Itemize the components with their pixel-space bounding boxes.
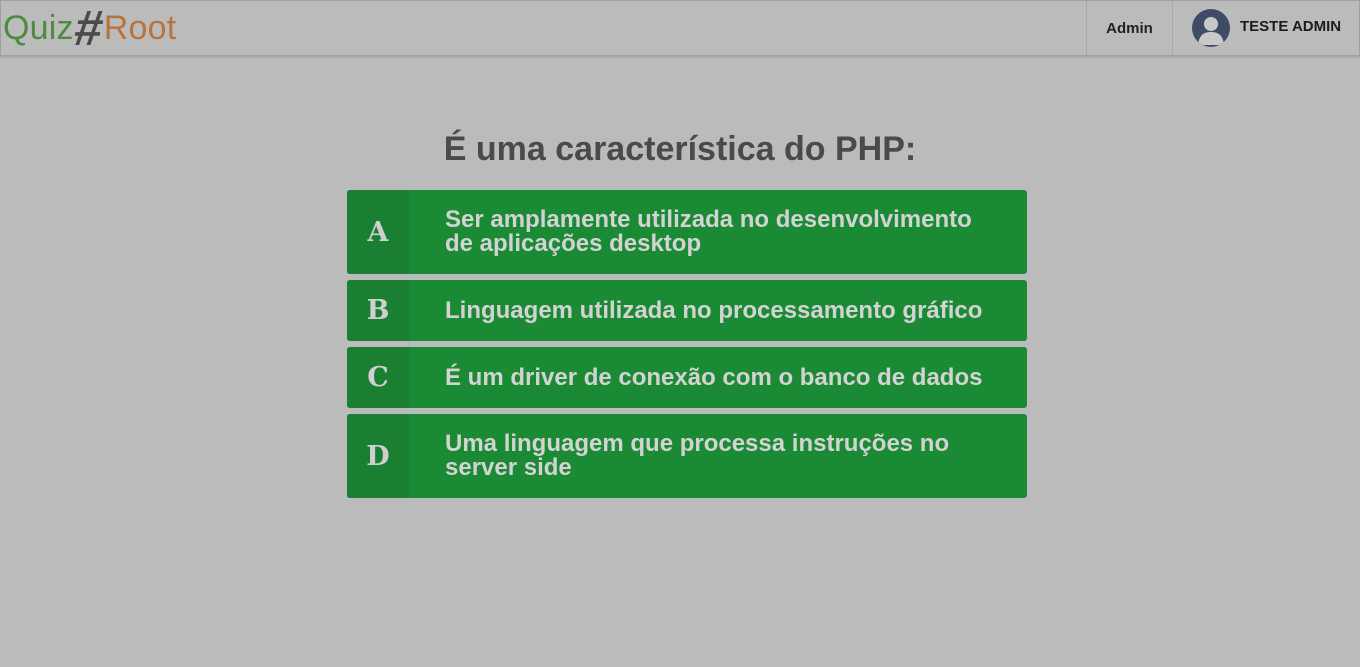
answer-letter-a: A (347, 190, 409, 274)
brand-logo[interactable]: Quiz # Root (3, 0, 177, 56)
answer-letter-c: C (347, 347, 409, 408)
answer-text-c: É um driver de conexão com o banco de da… (445, 363, 983, 391)
nav-admin-label: Admin (1106, 19, 1153, 37)
brand-quiz-text: Quiz (3, 9, 74, 47)
nav-right: Admin TESTE ADMIN (1086, 1, 1359, 55)
nav-admin-link[interactable]: Admin (1086, 1, 1172, 55)
brand-hash-symbol: # (70, 0, 107, 56)
user-avatar-icon (1192, 9, 1230, 47)
answer-option-a[interactable]: A Ser amplamente utilizada no desenvolvi… (347, 190, 1027, 274)
top-navbar: Quiz # Root Admin TESTE ADMIN (0, 0, 1360, 56)
answer-letter-d: D (347, 414, 409, 498)
answer-option-b[interactable]: B Linguagem utilizada no processamento g… (347, 280, 1027, 341)
answer-text-d: Uma linguagem que processa instruções no… (445, 430, 950, 481)
answer-list: A Ser amplamente utilizada no desenvolvi… (347, 190, 1027, 504)
answer-text-b: Linguagem utilizada no processamento grá… (445, 296, 983, 324)
brand-root-text: Root (103, 9, 177, 47)
answer-option-d[interactable]: D Uma linguagem que processa instruções … (347, 414, 1027, 498)
user-name: TESTE ADMIN (1240, 17, 1342, 35)
answer-text-a: Ser amplamente utilizada no desenvolvime… (445, 206, 972, 257)
answer-letter-b: B (347, 280, 409, 341)
question-title: É uma característica do PHP: (443, 130, 917, 168)
nav-user-menu[interactable]: TESTE ADMIN (1172, 1, 1359, 55)
answer-option-c[interactable]: C É um driver de conexão com o banco de … (347, 347, 1027, 408)
